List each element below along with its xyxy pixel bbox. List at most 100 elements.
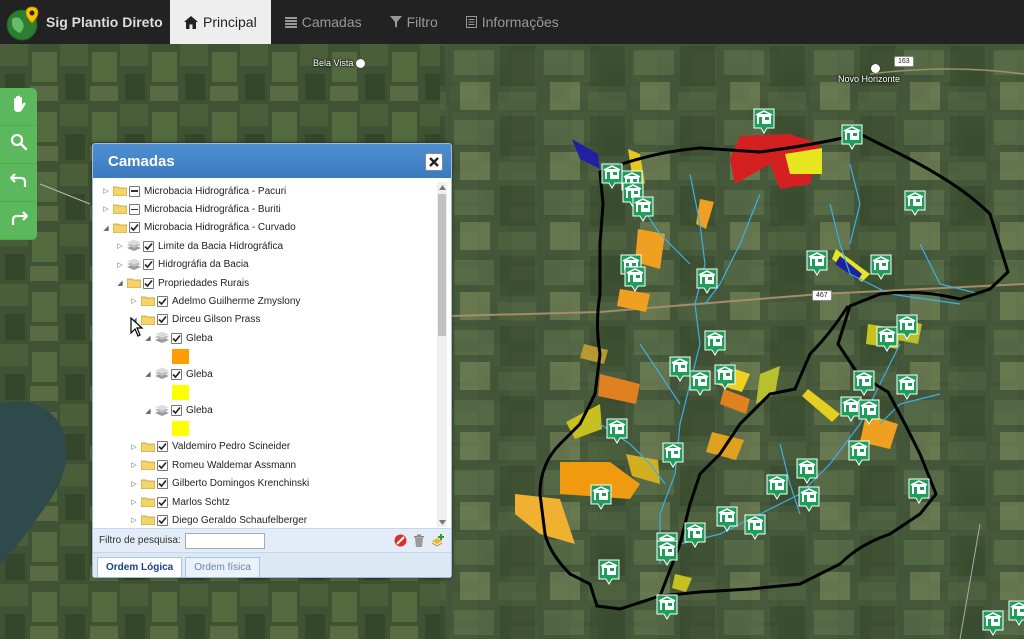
tree-item[interactable]: ▷ Hidrográfia da Bacia bbox=[115, 256, 249, 274]
property-marker-icon[interactable] bbox=[744, 514, 766, 540]
tree-item-gleba[interactable]: ◢ Gleba bbox=[143, 365, 213, 383]
tree-item-gleba[interactable]: ◢ Gleba bbox=[143, 402, 213, 420]
tab-ordem-logica[interactable]: Ordem Lógica bbox=[97, 557, 183, 577]
tree-scrollbar[interactable] bbox=[437, 182, 447, 527]
property-marker-icon[interactable] bbox=[753, 108, 775, 134]
tab-ordem-fisica[interactable]: Ordem física bbox=[185, 557, 260, 577]
layer-checkbox[interactable] bbox=[157, 459, 168, 471]
tree-item-gleba[interactable]: ◢ Gleba bbox=[143, 329, 213, 347]
expand-triangle-icon[interactable]: ▷ bbox=[129, 497, 139, 507]
layer-checkbox[interactable] bbox=[171, 368, 182, 380]
tree-item[interactable]: ▷ Gilberto Domingos Krenchinski bbox=[129, 475, 309, 493]
expand-triangle-icon[interactable]: ▷ bbox=[129, 479, 139, 489]
property-marker-icon[interactable] bbox=[858, 399, 880, 425]
tree-item[interactable]: ▷ Marlos Schtz bbox=[129, 493, 230, 511]
tree-item[interactable]: ▷ Diego Geraldo Schaufelberger bbox=[129, 511, 307, 527]
layer-checkbox[interactable] bbox=[171, 332, 182, 344]
expand-triangle-icon[interactable]: ▷ bbox=[101, 186, 111, 196]
tree-item[interactable]: ▷ Adelmo Guilherme Zmyslony bbox=[129, 292, 300, 310]
property-marker-icon[interactable] bbox=[714, 364, 736, 390]
tree-item[interactable]: ◢ Propriedades Rurais bbox=[115, 274, 249, 292]
property-marker-icon[interactable] bbox=[689, 370, 711, 396]
property-marker-icon[interactable] bbox=[870, 254, 892, 280]
property-marker-icon[interactable] bbox=[841, 124, 863, 150]
property-marker-icon[interactable] bbox=[798, 486, 820, 512]
property-marker-icon[interactable] bbox=[669, 356, 691, 382]
property-marker-icon[interactable] bbox=[696, 268, 718, 294]
scroll-thumb[interactable] bbox=[438, 194, 446, 336]
layer-checkbox[interactable] bbox=[171, 405, 182, 417]
expand-triangle-icon[interactable]: ▷ bbox=[115, 260, 125, 270]
expand-triangle-icon[interactable]: ▷ bbox=[101, 204, 111, 214]
tree-item[interactable]: ◢ Microbacia Hidrográfica - Curvado bbox=[101, 219, 296, 237]
nav-informacoes[interactable]: Informações bbox=[452, 0, 573, 44]
tree-item[interactable]: ▷ Microbacia Hidrográfica - Pacuri bbox=[101, 182, 286, 200]
brand[interactable]: Sig Plantio Direto bbox=[0, 0, 170, 44]
layer-checkbox[interactable] bbox=[157, 514, 168, 526]
layer-checkbox[interactable] bbox=[157, 478, 168, 490]
redo-button[interactable] bbox=[0, 202, 37, 240]
property-marker-icon[interactable] bbox=[624, 266, 646, 292]
expand-triangle-icon[interactable]: ◢ bbox=[143, 333, 153, 343]
property-marker-icon[interactable] bbox=[598, 559, 620, 585]
property-marker-icon[interactable] bbox=[806, 250, 828, 276]
collapse-triangle-icon[interactable]: ◢ bbox=[101, 223, 111, 233]
expand-triangle-icon[interactable]: ◢ bbox=[143, 369, 153, 379]
tree-item[interactable]: ▷ Microbacia Hidrográfica - Buriti bbox=[101, 200, 281, 218]
expand-triangle-icon[interactable]: ◢ bbox=[143, 406, 153, 416]
property-marker-icon[interactable] bbox=[1008, 600, 1024, 626]
property-marker-icon[interactable] bbox=[982, 610, 1004, 636]
expand-triangle-icon[interactable]: ▷ bbox=[129, 442, 139, 452]
expand-triangle-icon[interactable]: ▷ bbox=[129, 460, 139, 470]
layer-checkbox[interactable] bbox=[157, 295, 168, 307]
property-marker-icon[interactable] bbox=[662, 442, 684, 468]
panel-header[interactable]: Camadas bbox=[93, 144, 451, 178]
layer-checkbox[interactable] bbox=[143, 240, 154, 252]
layer-checkbox[interactable] bbox=[157, 441, 168, 453]
property-marker-icon[interactable] bbox=[684, 522, 706, 548]
tree-item[interactable]: ▷ Limite da Bacia Hidrográfica bbox=[115, 237, 283, 255]
pan-button[interactable] bbox=[0, 88, 37, 126]
property-marker-icon[interactable] bbox=[796, 458, 818, 484]
property-marker-icon[interactable] bbox=[896, 374, 918, 400]
property-marker-icon[interactable] bbox=[590, 484, 612, 510]
layer-checkbox[interactable] bbox=[157, 496, 168, 508]
layer-checkbox[interactable] bbox=[157, 314, 168, 326]
tree-item[interactable]: ▷ Valdemiro Pedro Scineider bbox=[129, 438, 290, 456]
layer-checkbox[interactable] bbox=[129, 222, 140, 234]
expand-triangle-icon[interactable]: ▷ bbox=[115, 241, 125, 251]
tree-item[interactable]: ▷ Romeu Waldemar Assmann bbox=[129, 456, 296, 474]
layer-checkbox[interactable] bbox=[129, 185, 140, 197]
property-marker-icon[interactable] bbox=[904, 190, 926, 216]
layer-checkbox[interactable] bbox=[129, 203, 140, 215]
property-marker-icon[interactable] bbox=[848, 440, 870, 466]
collapse-triangle-icon[interactable]: ◢ bbox=[115, 278, 125, 288]
property-marker-icon[interactable] bbox=[716, 506, 738, 532]
property-marker-icon[interactable] bbox=[704, 330, 726, 356]
layer-checkbox[interactable] bbox=[143, 277, 154, 289]
property-marker-icon[interactable] bbox=[896, 314, 918, 340]
expand-triangle-icon[interactable]: ▷ bbox=[129, 515, 139, 525]
property-marker-icon[interactable] bbox=[656, 540, 678, 566]
expand-triangle-icon[interactable]: ▷ bbox=[129, 296, 139, 306]
nav-camadas[interactable]: Camadas bbox=[271, 0, 376, 44]
scroll-down-icon[interactable] bbox=[437, 517, 447, 527]
close-button[interactable] bbox=[425, 153, 443, 171]
property-marker-icon[interactable] bbox=[606, 418, 628, 444]
tree-item[interactable]: ◢Dirceu Gilson Prass bbox=[129, 311, 260, 329]
undo-button[interactable] bbox=[0, 164, 37, 202]
nav-principal[interactable]: Principal bbox=[170, 0, 271, 44]
add-layer-icon[interactable] bbox=[431, 534, 445, 550]
property-marker-icon[interactable] bbox=[656, 594, 678, 620]
property-marker-icon[interactable] bbox=[908, 478, 930, 504]
property-marker-icon[interactable] bbox=[766, 474, 788, 500]
clear-filter-icon[interactable] bbox=[394, 534, 407, 550]
property-marker-icon[interactable] bbox=[876, 326, 898, 352]
property-marker-icon[interactable] bbox=[601, 163, 623, 189]
trash-icon[interactable] bbox=[413, 534, 425, 550]
filter-input[interactable] bbox=[184, 532, 265, 549]
scroll-up-icon[interactable] bbox=[437, 182, 447, 192]
nav-filtro[interactable]: Filtro bbox=[376, 0, 452, 44]
layer-checkbox[interactable] bbox=[143, 259, 154, 271]
property-marker-icon[interactable] bbox=[632, 196, 654, 222]
